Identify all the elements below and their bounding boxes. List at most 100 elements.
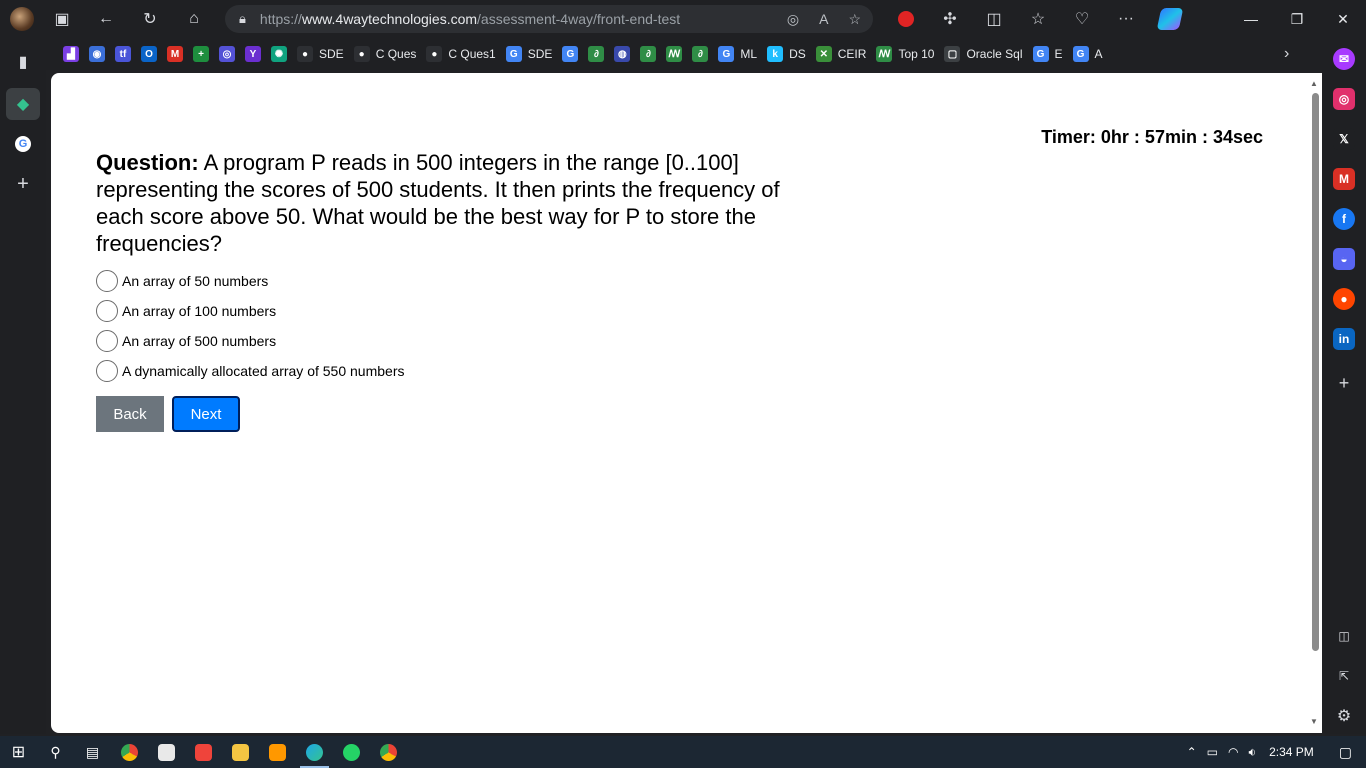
favorites-icon[interactable]: ☆ [1016, 0, 1060, 38]
favorite-item[interactable]: G SDE [501, 40, 558, 68]
favorite-item[interactable]: ▢ Oracle Sql [939, 40, 1027, 68]
favorite-item[interactable]: G [557, 40, 583, 68]
facebook-icon[interactable]: f [1333, 208, 1355, 230]
open-external-icon[interactable]: ⇱ [1333, 665, 1355, 687]
messenger-icon[interactable]: ✉ [1333, 48, 1355, 70]
linkedin-icon[interactable]: in [1333, 328, 1355, 350]
close-button[interactable]: ✕ [1320, 0, 1366, 38]
scroll-up-icon[interactable]: ▲ [1310, 79, 1318, 88]
gmail-icon[interactable]: M [1333, 168, 1355, 190]
favorite-item[interactable]: ● C Ques [349, 40, 422, 68]
new-tab-button[interactable]: + [0, 164, 46, 204]
favorite-item[interactable]: Y [240, 40, 266, 68]
favorite-item[interactable]: tf [110, 40, 136, 68]
tab-google[interactable]: G [0, 124, 46, 164]
reddit-icon[interactable]: ● [1333, 288, 1355, 310]
favorite-item[interactable]: G ML [713, 40, 762, 68]
yahoo-icon: Y [245, 46, 261, 62]
discord-icon[interactable]: ◒ [1333, 248, 1355, 270]
radio-button[interactable] [96, 300, 118, 322]
task-view-icon[interactable]: ▤ [74, 736, 111, 768]
gmail-icon: M [167, 46, 183, 62]
profile-avatar[interactable] [0, 0, 44, 38]
search-icon[interactable]: ⚲ [37, 736, 74, 768]
favorite-item[interactable]: + [188, 40, 214, 68]
tab-actions-icon[interactable]: ▮ [0, 42, 46, 82]
favorite-item[interactable]: O [136, 40, 162, 68]
battery-icon[interactable]: ▭ [1207, 745, 1218, 759]
split-screen-icon[interactable]: ◫ [972, 0, 1016, 38]
tab-current[interactable]: ◆ [6, 88, 40, 120]
favorite-item[interactable]: ꟿ [661, 40, 687, 68]
instagram-icon[interactable]: ◎ [1333, 88, 1355, 110]
chrome-icon[interactable] [111, 736, 148, 768]
clock-text[interactable]: 2:34 PM [1269, 745, 1314, 759]
extensions-icon[interactable]: ✣ [928, 0, 972, 38]
favorite-item[interactable]: ✕ CEIR [811, 40, 872, 68]
lock-icon: 🔒︎ [239, 11, 246, 26]
answer-options: An array of 50 numbers An array of 100 n… [96, 266, 404, 386]
cloud-app-icon[interactable] [148, 736, 185, 768]
favorite-item[interactable]: ∂ [583, 40, 609, 68]
back-button[interactable]: Back [96, 396, 164, 432]
favorite-item[interactable]: ꟿ Top 10 [871, 40, 939, 68]
anydesk-icon[interactable] [185, 736, 222, 768]
edge-icon[interactable] [296, 736, 333, 768]
workspaces-icon[interactable]: ▣ [44, 0, 80, 38]
option-3[interactable]: An array of 500 numbers [96, 326, 404, 356]
home-icon[interactable]: ⌂ [176, 0, 212, 38]
hide-sidebar-icon[interactable]: ◫ [1333, 625, 1355, 647]
option-1[interactable]: An array of 50 numbers [96, 266, 404, 296]
favorite-star-icon[interactable]: ☆ [848, 11, 861, 28]
windows-start-icon[interactable]: ⊞ [0, 736, 37, 768]
add-sidebar-app-icon[interactable]: + [1333, 372, 1355, 394]
favorite-item[interactable]: GA [1068, 40, 1108, 68]
settings-gear-icon[interactable]: ⚙ [1333, 705, 1355, 727]
performance-icon[interactable]: ♡ [1060, 0, 1104, 38]
chevron-up-icon[interactable]: ⌃ [1187, 745, 1197, 759]
notifications-icon[interactable]: ▢ [1339, 744, 1352, 761]
restore-button[interactable]: ❐ [1274, 0, 1320, 38]
favorite-item[interactable]: ◉ [84, 40, 110, 68]
favorite-item[interactable]: ✺ [266, 40, 292, 68]
radio-button[interactable] [96, 270, 118, 292]
favorite-item[interactable]: ◍ [609, 40, 635, 68]
location-icon[interactable]: ◎ [787, 11, 799, 28]
file-explorer-icon[interactable] [222, 736, 259, 768]
question-body: A program P reads in 500 integers in the… [96, 150, 780, 256]
option-2[interactable]: An array of 100 numbers [96, 296, 404, 326]
read-aloud-icon[interactable]: A [819, 11, 828, 27]
scrollbar-thumb[interactable] [1312, 93, 1319, 651]
favorite-item[interactable]: ◎ [214, 40, 240, 68]
favorite-item[interactable]: M [162, 40, 188, 68]
favorites-overflow-chevron-icon[interactable]: › [1284, 38, 1289, 70]
radio-button[interactable] [96, 360, 118, 382]
favorite-item[interactable]: ● SDE [292, 40, 349, 68]
favorite-item[interactable]: ▟ [58, 40, 84, 68]
scroll-down-icon[interactable]: ▼ [1310, 717, 1318, 726]
favorite-item[interactable]: ∂ [635, 40, 661, 68]
back-arrow-icon[interactable]: ← [88, 0, 124, 38]
favorite-item[interactable]: ● C Ques1 [421, 40, 500, 68]
sublime-text-icon[interactable] [259, 736, 296, 768]
address-bar[interactable]: 🔒︎ https://www.4waytechnologies.com/asse… [225, 5, 873, 33]
x-icon[interactable]: 𝕏 [1333, 128, 1355, 150]
radio-button[interactable] [96, 330, 118, 352]
whatsapp-icon[interactable] [333, 736, 370, 768]
favorite-item[interactable]: GE [1028, 40, 1068, 68]
minimize-button[interactable]: — [1228, 0, 1274, 38]
favorite-label: Oracle Sql [966, 47, 1023, 61]
question-label: Question: [96, 150, 199, 175]
more-menu-icon[interactable]: ··· [1104, 0, 1148, 38]
next-button[interactable]: Next [172, 396, 240, 432]
favorite-item[interactable]: k DS [762, 40, 811, 68]
volume-icon[interactable]: 🔉︎ [1249, 745, 1257, 760]
favorite-item[interactable]: ∂ [687, 40, 713, 68]
copilot-icon[interactable] [1148, 0, 1192, 38]
page-scrollbar[interactable]: ▲ ▼ [1308, 73, 1322, 733]
chrome-profile-icon[interactable] [370, 736, 407, 768]
refresh-icon[interactable]: ↻ [132, 0, 168, 38]
wifi-icon[interactable]: ◠ [1228, 745, 1238, 759]
option-4[interactable]: A dynamically allocated array of 550 num… [96, 356, 404, 386]
extension-stop-icon[interactable] [884, 0, 928, 38]
